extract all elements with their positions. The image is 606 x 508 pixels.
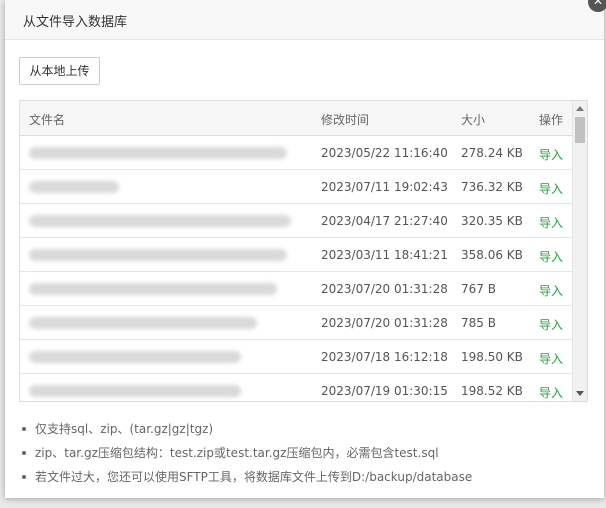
scroll-thumb[interactable]: [575, 117, 585, 143]
import-link[interactable]: 导入: [539, 350, 563, 367]
import-link[interactable]: 导入: [539, 384, 563, 401]
row-size: 198.52 KB: [461, 384, 523, 398]
row-size: 358.06 KB: [461, 248, 523, 262]
row-mtime: 2023/05/22 11:16:40: [321, 146, 448, 160]
row-mtime: 2023/03/11 18:41:21: [321, 248, 448, 262]
file-table: 文件名 修改时间 大小 操作 2023/05/22 11:16:40 278.2…: [19, 100, 588, 402]
row-size: 767 B: [461, 282, 496, 296]
table-scrollbar[interactable]: [572, 101, 587, 401]
table-row: 2023/05/22 11:16:40 278.24 KB 导入: [20, 136, 573, 170]
upload-local-button[interactable]: 从本地上传: [19, 57, 100, 85]
row-size: 785 B: [461, 316, 496, 330]
row-mtime: 2023/07/20 01:31:28: [321, 316, 448, 330]
row-mtime: 2023/04/17 21:27:40: [321, 214, 448, 228]
row-mtime: 2023/07/20 01:31:28: [321, 282, 448, 296]
header-action: 操作: [539, 113, 564, 127]
blurred-filename: [29, 317, 257, 329]
table-row: 2023/07/18 16:12:18 198.50 KB 导入: [20, 340, 573, 374]
table-row: 2023/07/20 01:31:28 767 B 导入: [20, 272, 573, 306]
row-size: 198.50 KB: [461, 350, 523, 364]
table-row: 2023/03/11 18:41:21 358.06 KB 导入: [20, 238, 573, 272]
table-row: 2023/07/20 01:31:28 785 B 导入: [20, 306, 573, 340]
dialog-header: 从文件导入数据库: [5, 0, 604, 40]
table-row: 2023/04/17 21:27:40 320.35 KB 导入: [20, 204, 573, 238]
scroll-up-icon[interactable]: [576, 106, 584, 111]
blurred-filename: [29, 249, 287, 261]
row-size: 736.32 KB: [461, 180, 523, 194]
blurred-filename: [29, 283, 277, 295]
dialog-title: 从文件导入数据库: [23, 15, 128, 30]
blurred-filename: [29, 385, 241, 397]
import-link[interactable]: 导入: [539, 282, 563, 299]
import-dialog: 从文件导入数据库 ✕ 从本地上传 文件名 修改时间 大小 操作 2023/05/…: [5, 0, 606, 498]
import-link[interactable]: 导入: [539, 214, 563, 231]
blurred-filename: [29, 351, 241, 363]
row-mtime: 2023/07/19 01:30:15: [321, 384, 448, 398]
table-row: 2023/07/11 19:02:43 736.32 KB 导入: [20, 170, 573, 204]
import-link[interactable]: 导入: [539, 146, 563, 163]
scroll-down-icon[interactable]: [576, 391, 584, 396]
blurred-filename: [29, 181, 119, 193]
row-size: 278.24 KB: [461, 146, 523, 160]
blurred-filename: [29, 147, 287, 159]
import-link[interactable]: 导入: [539, 316, 563, 333]
table-header: 文件名 修改时间 大小 操作: [20, 101, 573, 136]
row-size: 320.35 KB: [461, 214, 523, 228]
note-item: zip、tar.gz压缩包结构：test.zip或test.tar.gz压缩包内…: [19, 444, 589, 468]
header-filename: 文件名: [29, 113, 66, 127]
blurred-filename: [29, 215, 291, 227]
table-row: 2023/07/19 01:30:15 198.52 KB 导入: [20, 374, 573, 401]
note-item: 仅支持sql、zip、(tar.gz|gz|tgz): [19, 420, 589, 444]
import-link[interactable]: 导入: [539, 248, 563, 265]
header-size: 大小: [461, 113, 486, 127]
help-notes: 仅支持sql、zip、(tar.gz|gz|tgz) zip、tar.gz压缩包…: [19, 420, 589, 492]
note-item: 若文件过大，您还可以使用SFTP工具，将数据库文件上传到D:/backup/da…: [19, 468, 589, 492]
import-link[interactable]: 导入: [539, 180, 563, 197]
header-mtime: 修改时间: [321, 113, 370, 127]
row-mtime: 2023/07/18 16:12:18: [321, 350, 448, 364]
row-mtime: 2023/07/11 19:02:43: [321, 180, 448, 194]
